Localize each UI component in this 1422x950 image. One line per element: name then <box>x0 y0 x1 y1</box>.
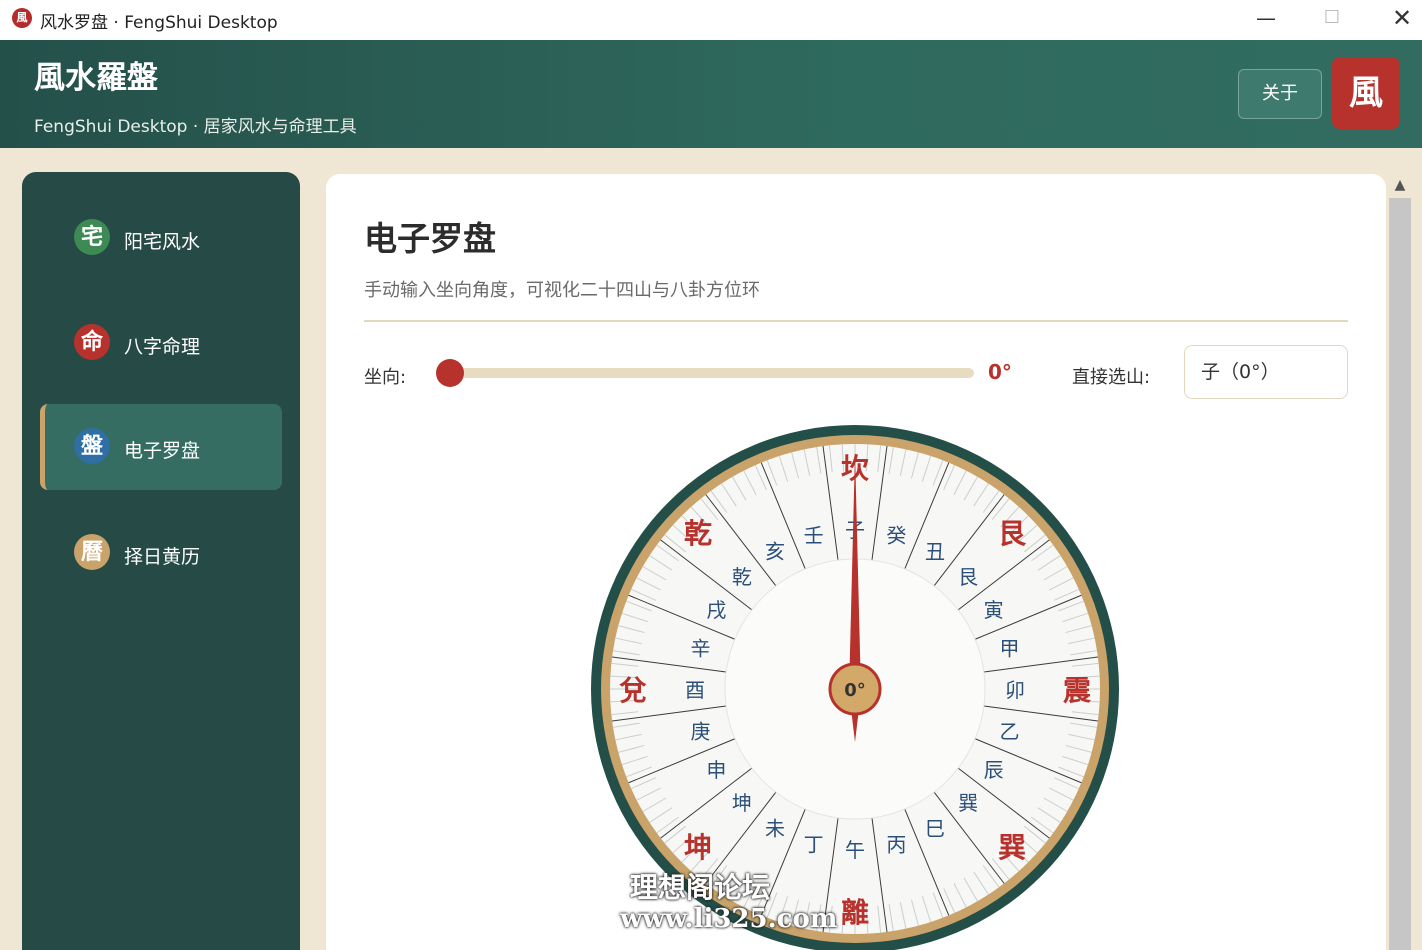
mountain-label: 壬 <box>804 523 824 547</box>
page-title: 电子罗盘 <box>364 219 496 258</box>
mountain-label: 辛 <box>690 637 710 661</box>
mountain-label: 卯 <box>1005 678 1025 702</box>
sidebar-item-almanac[interactable]: 曆 择日黄历 <box>40 510 282 596</box>
main-panel: 电子罗盘 手动输入坐向角度，可视化二十四山与八卦方位环 坐向: 0° 直接选山:… <box>326 174 1386 950</box>
mountain-label: 戌 <box>706 598 726 622</box>
mountain-label: 巽 <box>958 791 978 815</box>
watermark-url: www.li325.com <box>620 904 838 934</box>
mountain-label: 乾 <box>732 565 752 589</box>
mountain-label: 癸 <box>886 523 906 547</box>
trigram-label: 兌 <box>619 674 647 707</box>
heading-degree-readout: 0° <box>988 360 1012 384</box>
sidebar-item-yangzhai[interactable]: 宅 阳宅风水 <box>40 195 282 281</box>
sidebar-item-label: 电子罗盘 <box>124 440 201 462</box>
trigram-label: 艮 <box>998 517 1027 550</box>
trigram-label: 離 <box>841 896 869 929</box>
trigram-label: 震 <box>1063 674 1092 707</box>
app-brand: 風水羅盤 <box>34 60 158 96</box>
window-title: 风水罗盘 · FengShui Desktop <box>40 13 278 33</box>
sidebar-item-label: 阳宅风水 <box>124 231 201 253</box>
trigram-label: 坤 <box>684 831 712 864</box>
mountain-label: 酉 <box>685 678 705 702</box>
minimize-button[interactable]: — <box>1236 0 1296 40</box>
heading-slider[interactable] <box>438 368 974 378</box>
scrollbar-thumb[interactable] <box>1389 198 1411 950</box>
house-icon: 宅 <box>74 219 110 255</box>
app-icon: 風 <box>12 8 32 28</box>
heading-slider-thumb[interactable] <box>436 359 464 387</box>
app-tagline: FengShui Desktop · 居家风水与命理工具 <box>34 117 357 137</box>
mountain-label: 丙 <box>886 833 906 857</box>
sidebar: 宅 阳宅风水 命 八字命理 盤 电子罗盘 曆 择日黄历 <box>22 172 300 950</box>
mountain-label: 申 <box>706 758 726 782</box>
mountain-label: 坤 <box>732 791 752 815</box>
trigram-label: 乾 <box>684 517 712 550</box>
mountain-label: 艮 <box>958 565 978 589</box>
mountain-label: 亥 <box>765 539 785 563</box>
maximize-button[interactable]: ☐ <box>1302 0 1362 40</box>
mountain-label: 甲 <box>1000 637 1020 661</box>
mountain-label: 丑 <box>925 539 945 563</box>
mountain-label: 未 <box>765 817 785 841</box>
mountain-select-label: 直接选山: <box>1072 367 1151 388</box>
close-button[interactable]: ✕ <box>1372 0 1422 40</box>
mountain-label: 庚 <box>690 719 710 743</box>
calendar-icon: 曆 <box>74 534 110 570</box>
page-subtitle: 手动输入坐向角度，可视化二十四山与八卦方位环 <box>364 280 760 301</box>
fate-icon: 命 <box>74 324 110 360</box>
compass-center-degree: 0° <box>844 680 866 701</box>
watermark-title: 理想阁论坛 <box>630 871 771 904</box>
sidebar-item-label: 择日黄历 <box>124 546 201 568</box>
trigram-label: 巽 <box>998 831 1026 864</box>
mountain-label: 寅 <box>984 598 1004 622</box>
heading-label: 坐向: <box>364 367 407 388</box>
about-button[interactable]: 关于 <box>1238 69 1322 119</box>
scroll-up-arrow-icon[interactable]: ▲ <box>1390 174 1410 196</box>
logo-badge: 風 <box>1332 57 1400 129</box>
mountain-select[interactable]: 子（0°） <box>1184 345 1348 399</box>
app-header: 風水羅盤 FengShui Desktop · 居家风水与命理工具 关于 風 <box>0 40 1422 148</box>
mountain-label: 午 <box>845 838 865 862</box>
sidebar-item-compass[interactable]: 盤 电子罗盘 <box>40 404 282 490</box>
divider <box>364 320 1348 322</box>
mountain-label: 辰 <box>984 758 1004 782</box>
compass-icon: 盤 <box>74 428 110 464</box>
sidebar-item-bazi[interactable]: 命 八字命理 <box>40 300 282 386</box>
window-titlebar: 風 风水罗盘 · FengShui Desktop — ☐ ✕ <box>0 0 1422 40</box>
sidebar-item-label: 八字命理 <box>124 336 201 358</box>
mountain-label: 巳 <box>925 817 945 841</box>
mountain-label: 乙 <box>1000 719 1020 743</box>
mountain-label: 丁 <box>804 833 824 857</box>
